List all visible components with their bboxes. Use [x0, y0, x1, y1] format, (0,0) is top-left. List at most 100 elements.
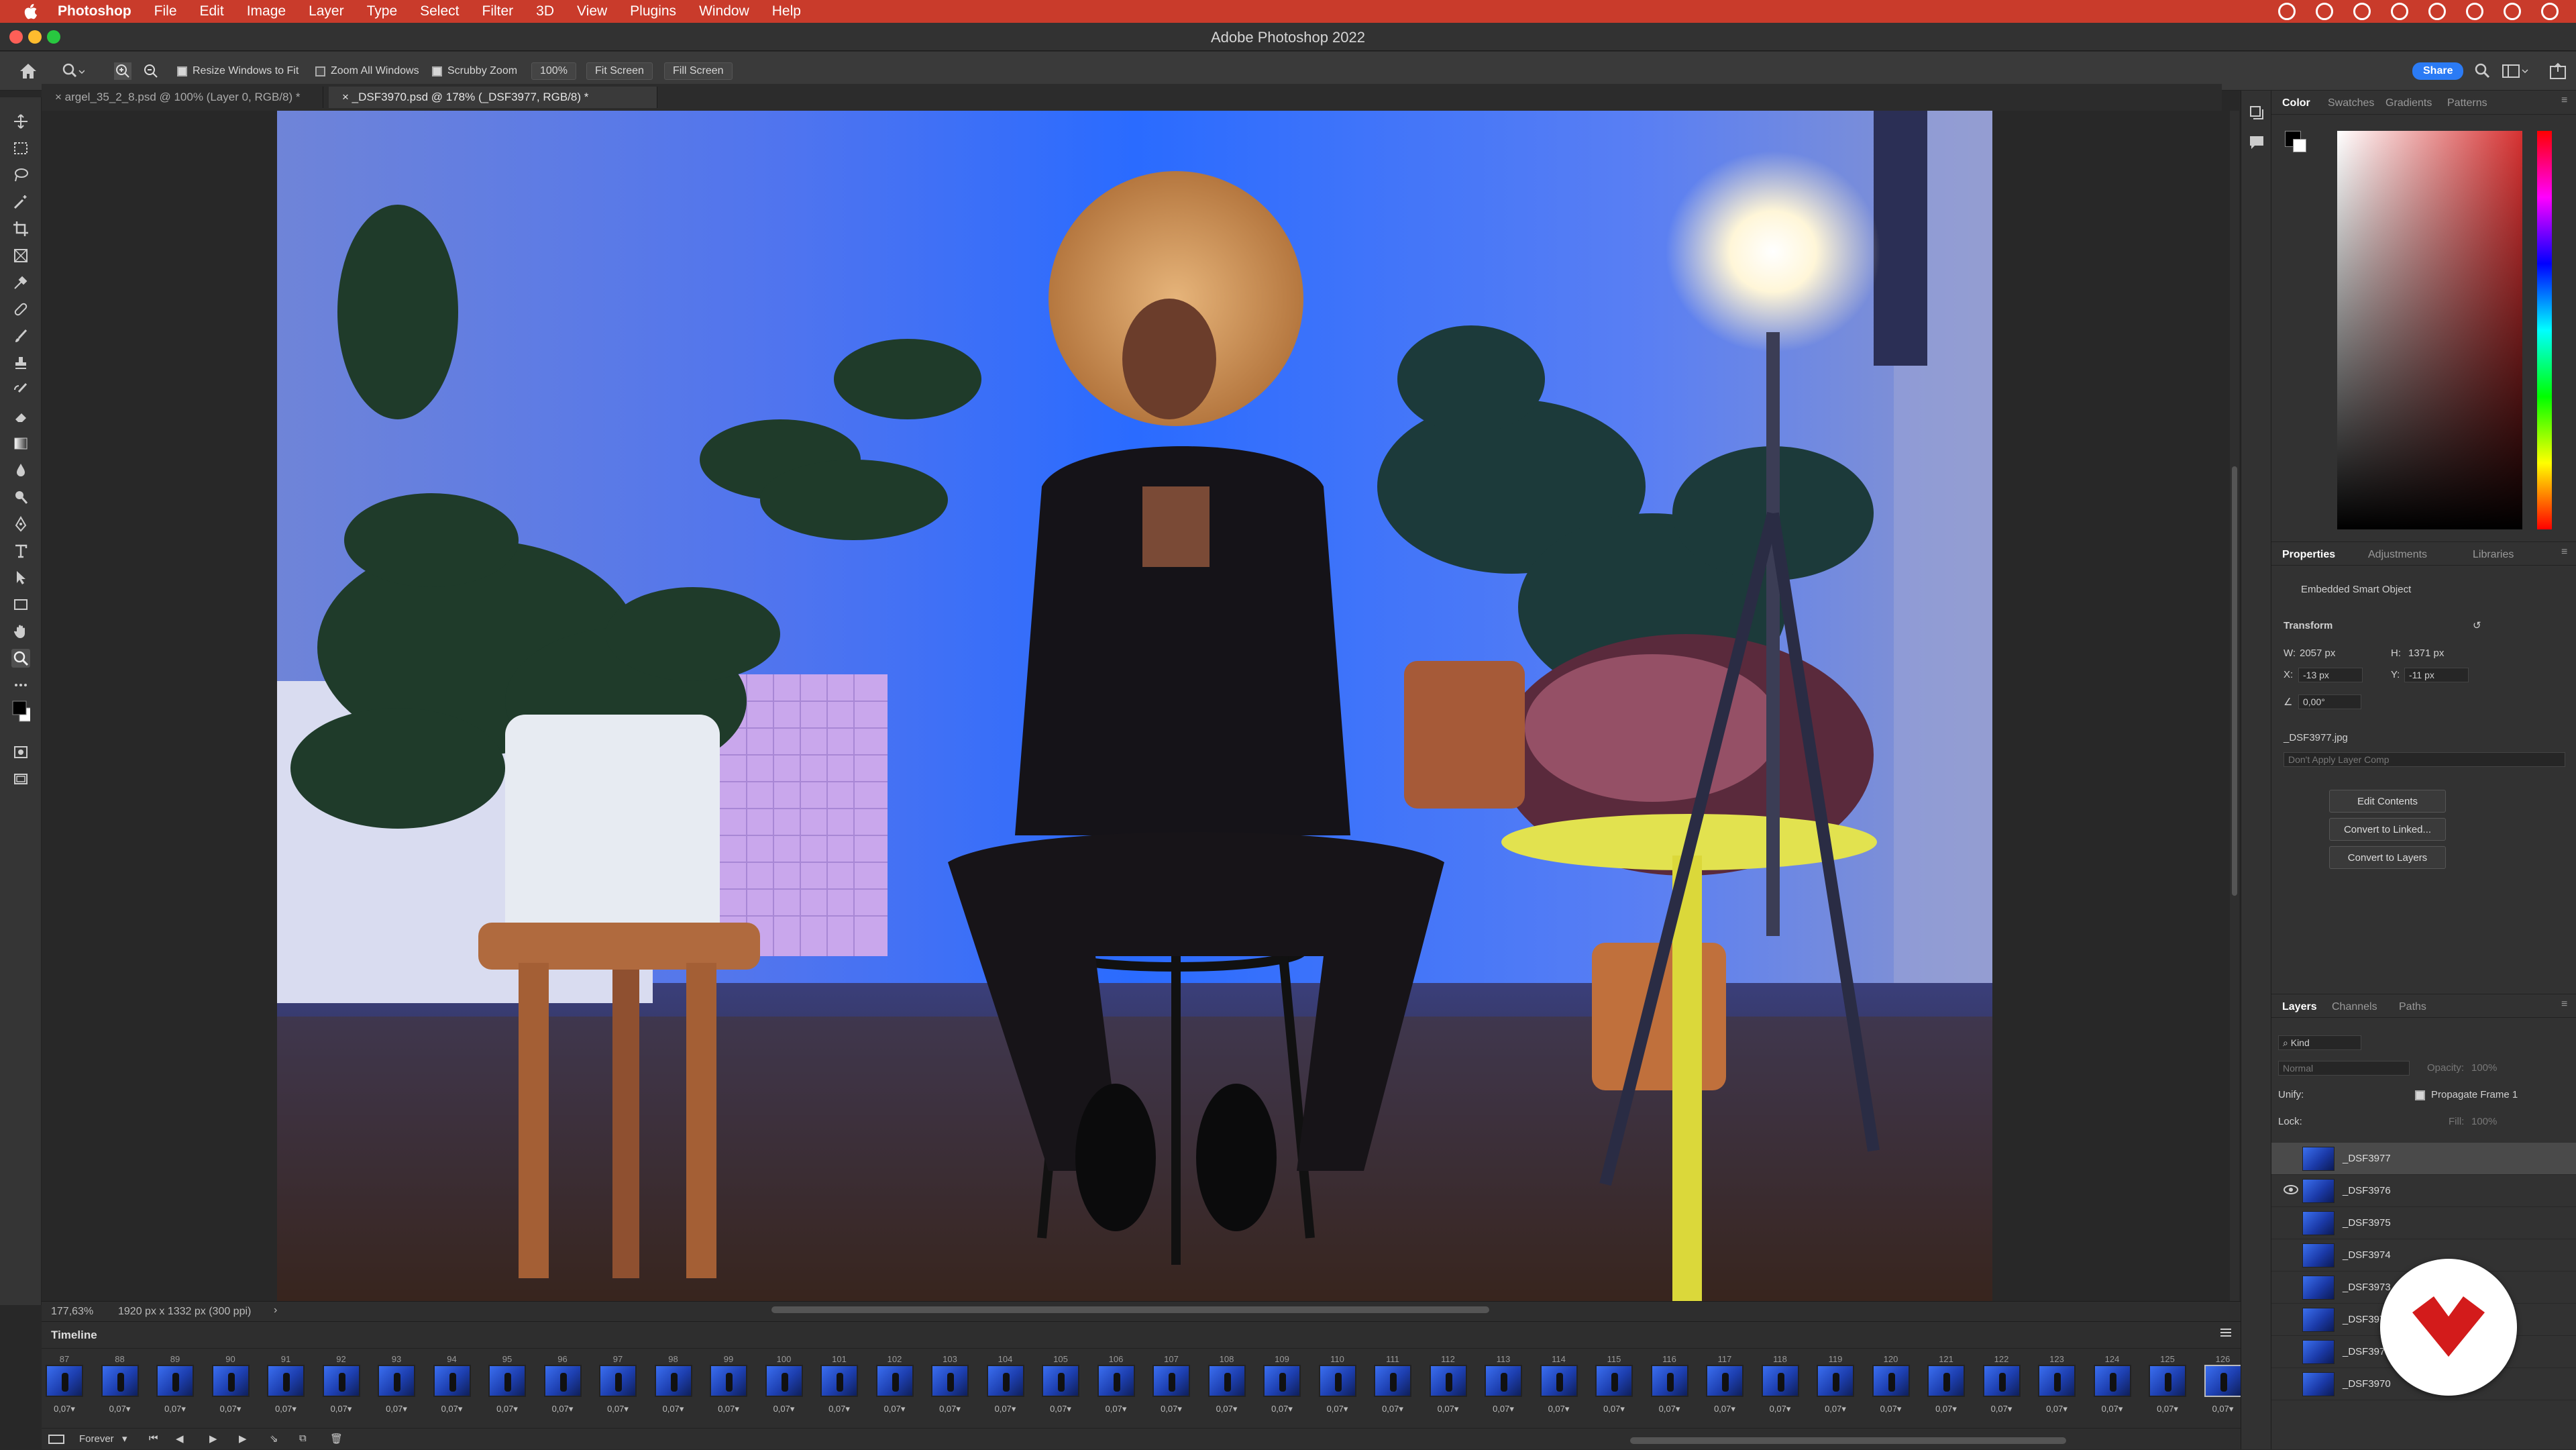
chevron-right-icon[interactable]: ›: [274, 1304, 277, 1316]
menu-plugins[interactable]: Plugins: [630, 3, 676, 19]
frame-delay[interactable]: 0,07▾: [706, 1404, 751, 1414]
previous-frame-icon[interactable]: ◀: [176, 1433, 184, 1445]
lasso-tool-icon[interactable]: [11, 166, 30, 185]
timeline-frame[interactable]: 103 0,07▾: [927, 1354, 973, 1418]
workspace-icon[interactable]: [2502, 62, 2529, 80]
frame-delay[interactable]: 0,07▾: [429, 1404, 475, 1414]
convert-timeline-icon[interactable]: [48, 1433, 64, 1449]
frame-delay[interactable]: 0,07▾: [1591, 1404, 1637, 1414]
visibility-toggle[interactable]: [2284, 1152, 2298, 1163]
frame-delay[interactable]: 0,07▾: [208, 1404, 254, 1414]
screen-mode-icon[interactable]: [11, 770, 30, 788]
layer-row[interactable]: _DSF3976: [2271, 1175, 2576, 1207]
menu-file[interactable]: File: [154, 3, 177, 19]
panel-menu-icon[interactable]: ≡: [2561, 998, 2567, 1011]
frame-delay[interactable]: 0,07▾: [872, 1404, 918, 1414]
timeline-frame[interactable]: 119 0,07▾: [1813, 1354, 1858, 1418]
rectangle-tool-icon[interactable]: [11, 595, 30, 614]
timeline-frame[interactable]: 104 0,07▾: [983, 1354, 1028, 1418]
frame-delay[interactable]: 0,07▾: [1093, 1404, 1139, 1414]
menu-view[interactable]: View: [577, 3, 607, 19]
timeline-frame[interactable]: 107 0,07▾: [1148, 1354, 1194, 1418]
background-swatch[interactable]: [2293, 139, 2306, 152]
timeline-frame[interactable]: 115 0,07▾: [1591, 1354, 1637, 1418]
siri-icon[interactable]: [2541, 3, 2559, 20]
visibility-toggle[interactable]: [2284, 1313, 2298, 1324]
frame-delay[interactable]: 0,07▾: [1038, 1404, 1083, 1414]
zoom-all-windows-checkbox[interactable]: Zoom All Windows: [315, 62, 419, 80]
frame-delay[interactable]: 0,07▾: [983, 1404, 1028, 1414]
visibility-toggle[interactable]: [2284, 1249, 2298, 1259]
frame-delay[interactable]: 0,07▾: [1813, 1404, 1858, 1414]
frame-delay[interactable]: 0,07▾: [319, 1404, 364, 1414]
frame-delay[interactable]: 0,07▾: [1370, 1404, 1415, 1414]
zoom-in-icon[interactable]: [114, 62, 131, 80]
zoom-percent-button[interactable]: 100%: [531, 62, 576, 80]
timeline-frame[interactable]: 88 0,07▾: [97, 1354, 143, 1418]
menu-select[interactable]: Select: [420, 3, 459, 19]
fill-value[interactable]: 100%: [2471, 1116, 2497, 1127]
eye-icon[interactable]: [2284, 1184, 2298, 1195]
notification-icon[interactable]: [2316, 3, 2333, 20]
panel-menu-icon[interactable]: ≡: [2561, 95, 2567, 107]
menu-edit[interactable]: Edit: [200, 3, 224, 19]
tab-adjustments[interactable]: Adjustments: [2368, 549, 2427, 561]
panel-menu-icon[interactable]: ≡: [2561, 546, 2567, 558]
frame-delay[interactable]: 0,07▾: [97, 1404, 143, 1414]
timeline-frame[interactable]: 108 0,07▾: [1204, 1354, 1250, 1418]
next-frame-icon[interactable]: ▶: [239, 1433, 247, 1445]
search-icon[interactable]: [2474, 62, 2491, 80]
timeline-frame[interactable]: 126 0,07▾: [2200, 1354, 2246, 1418]
resize-windows-checkbox[interactable]: Resize Windows to Fit: [177, 62, 299, 80]
timeline-frame[interactable]: 102 0,07▾: [872, 1354, 918, 1418]
frame-delay[interactable]: 0,07▾: [1868, 1404, 1914, 1414]
timeline-frame[interactable]: 120 0,07▾: [1868, 1354, 1914, 1418]
timeline-frame[interactable]: 110 0,07▾: [1315, 1354, 1360, 1418]
fill-screen-button[interactable]: Fill Screen: [664, 62, 733, 80]
visibility-toggle[interactable]: [2284, 1216, 2298, 1227]
type-tool-icon[interactable]: [11, 541, 30, 560]
menu-help[interactable]: Help: [772, 3, 801, 19]
timeline-frame[interactable]: 90 0,07▾: [208, 1354, 254, 1418]
frame-delay[interactable]: 0,07▾: [927, 1404, 973, 1414]
frame-delay[interactable]: 0,07▾: [2034, 1404, 2080, 1414]
fit-screen-button[interactable]: Fit Screen: [586, 62, 653, 80]
zoom-tool-icon[interactable]: [11, 649, 30, 668]
comments-icon[interactable]: [2248, 134, 2265, 154]
delete-frame-icon[interactable]: 🗑: [330, 1433, 343, 1445]
frame-delay[interactable]: 0,07▾: [761, 1404, 807, 1414]
frame-delay[interactable]: 0,07▾: [816, 1404, 862, 1414]
edit-contents-button[interactable]: Edit Contents: [2329, 790, 2446, 813]
frame-delay[interactable]: 0,07▾: [374, 1404, 419, 1414]
layer-name[interactable]: _DSF3976: [2343, 1185, 2391, 1196]
document-size[interactable]: 1920 px x 1332 px (300 ppi): [118, 1306, 251, 1318]
timeline-frame[interactable]: 122 0,07▾: [1979, 1354, 2025, 1418]
frame-delay[interactable]: 0,07▾: [540, 1404, 586, 1414]
zoom-level[interactable]: 177,63%: [51, 1306, 93, 1318]
timeline-frame[interactable]: 109 0,07▾: [1259, 1354, 1305, 1418]
path-selection-icon[interactable]: [11, 568, 30, 587]
frame-delay[interactable]: 0,07▾: [1315, 1404, 1360, 1414]
timeline-frame[interactable]: 114 0,07▾: [1536, 1354, 1582, 1418]
zoom-out-icon[interactable]: [142, 62, 160, 80]
record-icon[interactable]: [2391, 3, 2408, 20]
frame-delay[interactable]: 0,07▾: [1923, 1404, 1969, 1414]
frame-delay[interactable]: 0,07▾: [1259, 1404, 1305, 1414]
timeline-frame[interactable]: 116 0,07▾: [1647, 1354, 1693, 1418]
gradient-tool-icon[interactable]: [11, 434, 30, 453]
timeline-frame[interactable]: 105 0,07▾: [1038, 1354, 1083, 1418]
layer-name[interactable]: _DSF3975: [2343, 1217, 2391, 1229]
frame-delay[interactable]: 0,07▾: [1536, 1404, 1582, 1414]
panel-menu-icon[interactable]: [2219, 1327, 2233, 1341]
reset-transform-icon[interactable]: ↺: [2473, 619, 2481, 631]
stamp-tool-icon[interactable]: [11, 354, 30, 372]
timeline-frame[interactable]: 123 0,07▾: [2034, 1354, 2080, 1418]
timeline-frame[interactable]: 118 0,07▾: [1758, 1354, 1803, 1418]
timeline-frame[interactable]: 91 0,07▾: [263, 1354, 309, 1418]
menu-type[interactable]: Type: [367, 3, 398, 19]
timeline-frame[interactable]: 94 0,07▾: [429, 1354, 475, 1418]
frame-delay[interactable]: 0,07▾: [2145, 1404, 2190, 1414]
timeline-frame[interactable]: 124 0,07▾: [2090, 1354, 2135, 1418]
play-icon[interactable]: ▶: [209, 1433, 217, 1445]
convert-to-linked-button[interactable]: Convert to Linked...: [2329, 818, 2446, 841]
